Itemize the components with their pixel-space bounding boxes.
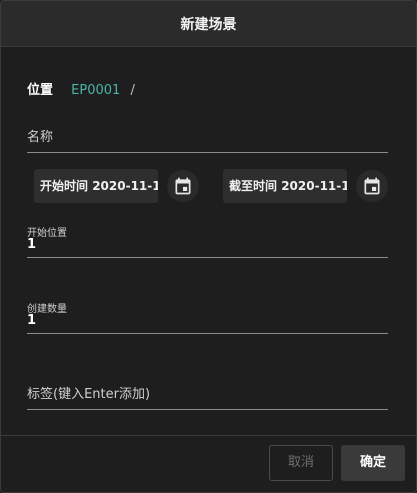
end-time-value: 2020-11-11 [281, 179, 347, 193]
end-time-label: 截至时间 [229, 179, 278, 193]
calendar-icon [175, 177, 191, 195]
name-input[interactable]: 名称 [27, 119, 388, 153]
calendar-icon [364, 177, 380, 195]
tags-input[interactable]: 标签(键入Enter添加) [27, 375, 388, 410]
name-placeholder: 名称 [27, 130, 54, 145]
create-count-value: 1 [27, 313, 37, 328]
dialog-header: 新建场景 [1, 1, 416, 47]
dialog-footer: 取消 确定 [1, 435, 416, 492]
breadcrumb-separator: / [130, 83, 135, 98]
end-date-picker-button[interactable] [356, 170, 388, 202]
start-time-value: 2020-11-10 [92, 179, 158, 193]
start-position-value: 1 [27, 237, 37, 252]
tags-placeholder: 标签(键入Enter添加) [27, 387, 151, 402]
create-count-input[interactable]: 创建数量 1 [27, 297, 388, 334]
cancel-button[interactable]: 取消 [269, 445, 333, 481]
start-date-picker-button[interactable] [167, 170, 199, 202]
dialog-title: 新建场景 [180, 17, 237, 33]
start-time-field[interactable]: 开始时间 2020-11-10 [34, 169, 158, 203]
start-time-label: 开始时间 [40, 179, 89, 193]
start-position-input[interactable]: 开始位置 1 [27, 221, 388, 258]
location-label: 位置 [27, 83, 54, 98]
end-time-field[interactable]: 截至时间 2020-11-11 [223, 169, 347, 203]
location-code-link[interactable]: EP0001 [71, 83, 120, 98]
new-scene-dialog: 新建场景 位置 EP0001 / 名称 开始时间 2020-11-10 截至时间… [0, 0, 417, 493]
confirm-button[interactable]: 确定 [341, 445, 405, 481]
location-breadcrumb: 位置 EP0001 / [27, 79, 135, 98]
